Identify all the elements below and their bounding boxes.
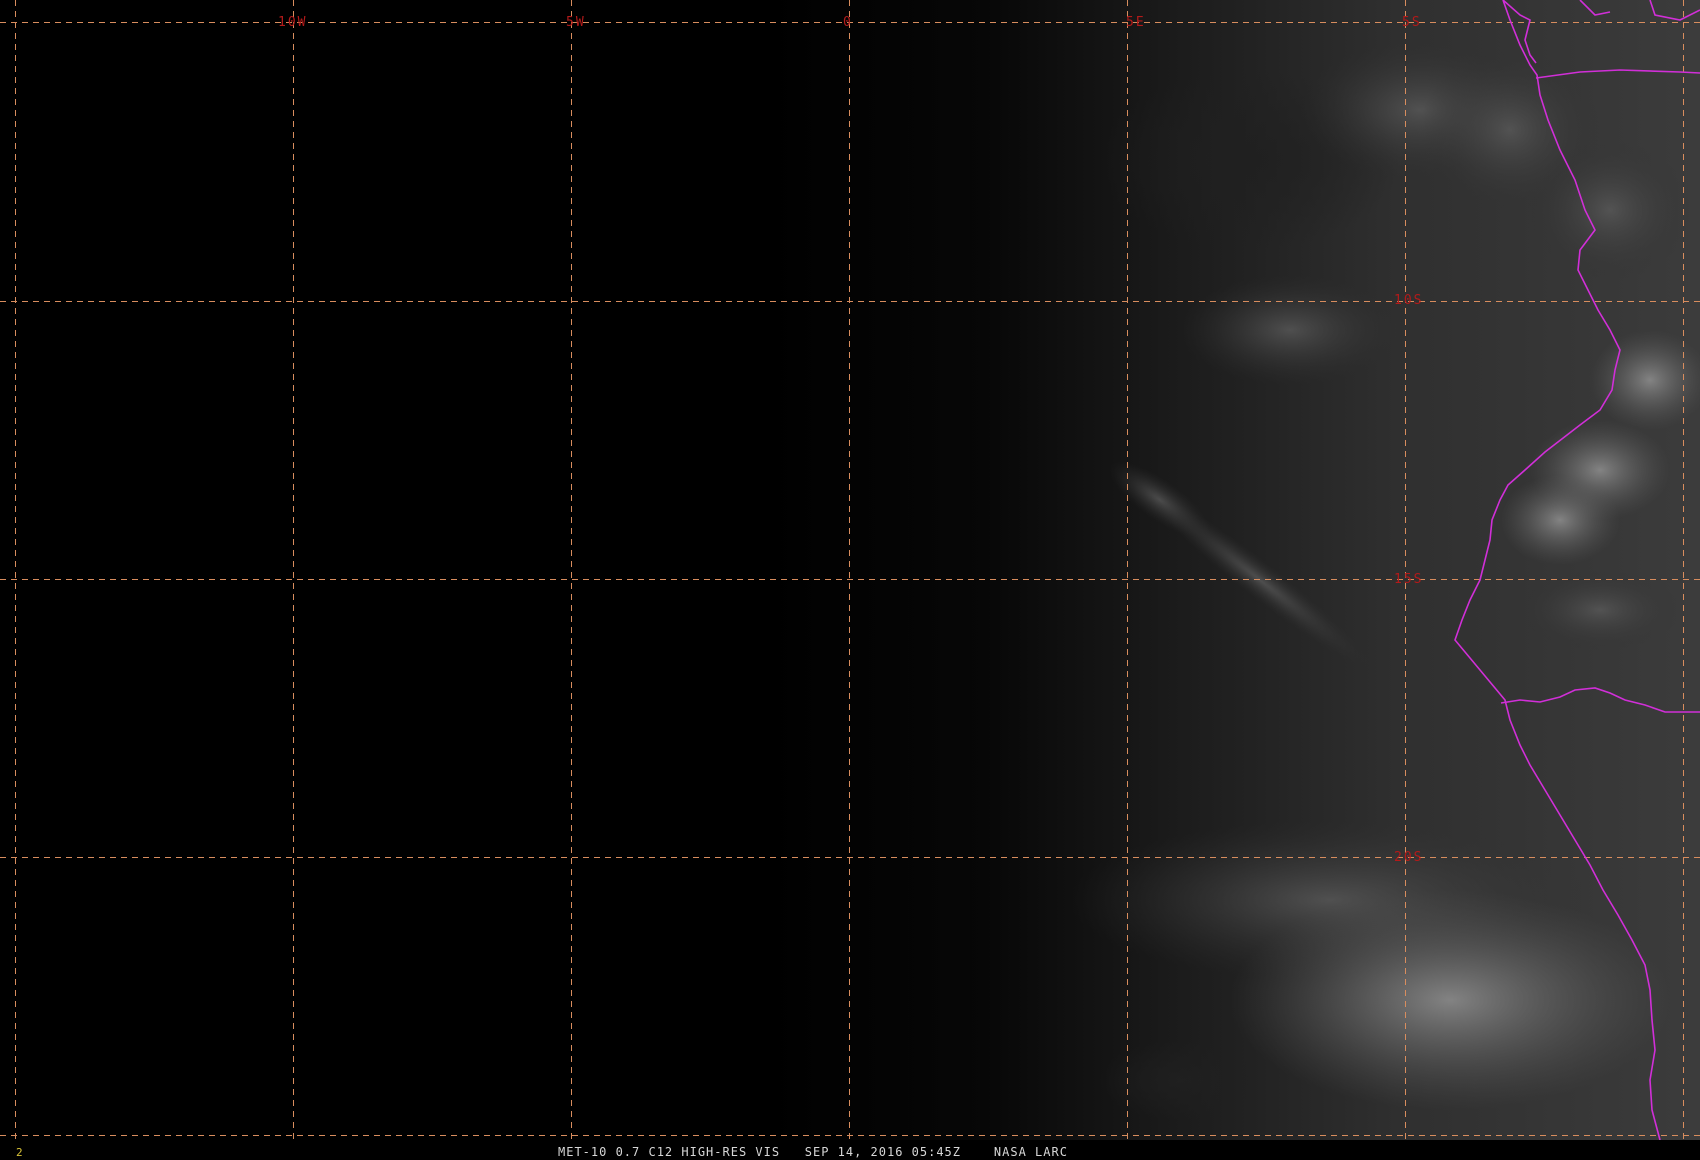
- image-caption: MET-10 0.7 C12 HIGH-RES VIS SEP 14, 2016…: [558, 1145, 1068, 1159]
- longitude-label: 5E: [1126, 15, 1146, 30]
- status-bar: 2 MET-10 0.7 C12 HIGH-RES VIS SEP 14, 20…: [0, 1140, 1700, 1160]
- longitude-label: 5W: [566, 15, 586, 30]
- latitude-label: 5S: [1402, 15, 1422, 30]
- satellite-image-viewer: 10W 5W 0 5E 5S 10S 15S 20S 2 MET-10 0.7 …: [0, 0, 1700, 1160]
- latitude-label: 15S: [1394, 572, 1423, 587]
- longitude-label: 10W: [278, 15, 307, 30]
- longitude-label: 0: [843, 15, 853, 30]
- map-canvas: 10W 5W 0 5E 5S 10S 15S 20S: [0, 0, 1700, 1142]
- frame-number: 2: [16, 1146, 23, 1159]
- latitude-label: 20S: [1394, 850, 1423, 865]
- latitude-label: 10S: [1394, 293, 1423, 308]
